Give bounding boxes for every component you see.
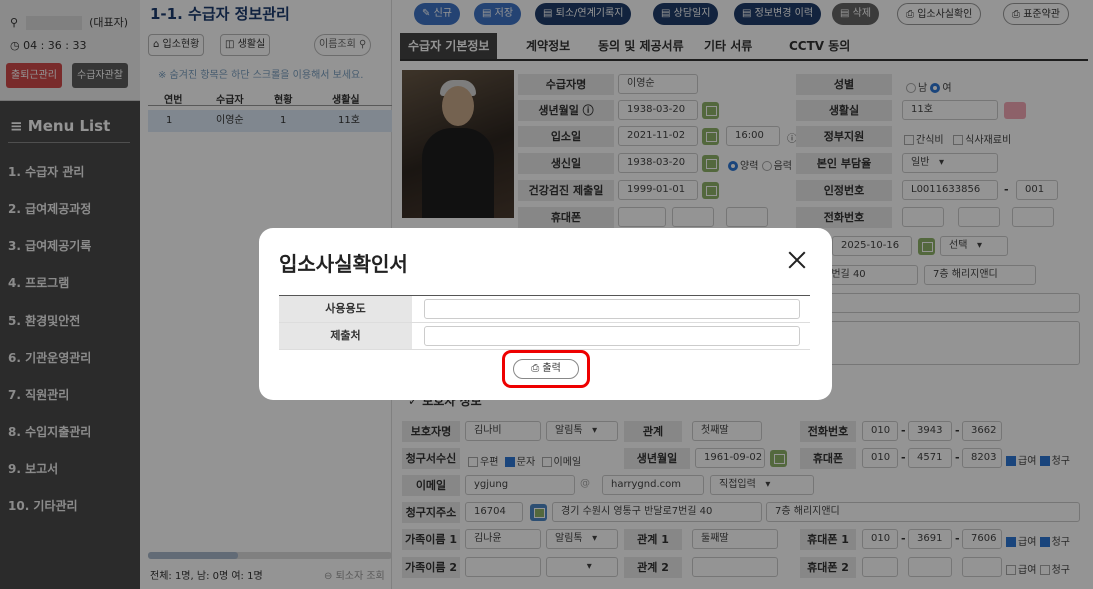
usage-label: 사용용도 (279, 296, 412, 322)
recipient-row: 제출처 (279, 323, 810, 350)
print-button[interactable]: ⎙ 출력 (513, 359, 579, 379)
recipient-label: 제출처 (279, 323, 412, 349)
modal-title: 입소사실확인서 (279, 252, 408, 276)
recipient-input[interactable] (424, 326, 800, 346)
usage-input[interactable] (424, 299, 800, 319)
usage-row: 사용용도 (279, 296, 810, 323)
printer-icon: ⎙ (531, 363, 540, 374)
close-icon[interactable] (785, 248, 809, 272)
certificate-modal: 입소사실확인서 사용용도 제출처 ⎙ 출력 (259, 228, 832, 400)
